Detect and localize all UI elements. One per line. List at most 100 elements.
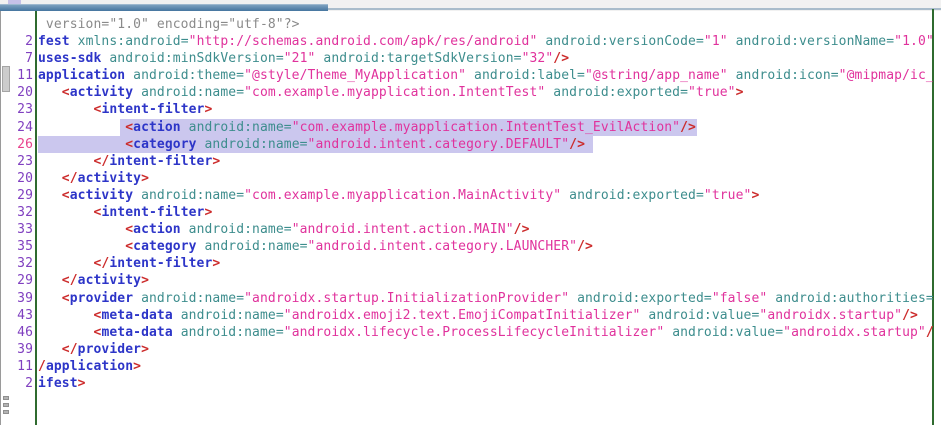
token-brk: </	[94, 154, 110, 169]
token-txt	[173, 325, 181, 340]
line-number[interactable]: 43	[11, 307, 33, 324]
code-line[interactable]: </intent-filter>	[38, 255, 933, 272]
code-line[interactable]: application android:theme="@style/Theme_…	[38, 67, 933, 84]
left-splitter[interactable]	[0, 11, 11, 425]
token-tag: provider	[78, 342, 141, 357]
line-number[interactable]: 20	[11, 170, 33, 187]
token-tag: activity	[70, 188, 133, 203]
token-val: "com.example.myapplication.IntentTest_Ev…	[292, 120, 680, 135]
code-line[interactable]: <meta-data android:name="androidx.emoji2…	[38, 307, 933, 324]
line-number[interactable]: 35	[11, 238, 33, 255]
token-txt	[38, 102, 94, 117]
token-txt	[173, 308, 181, 323]
token-val: "androidx.emoji2.text.EmojiCompatInitial…	[284, 308, 641, 323]
line-number[interactable]: 23	[11, 153, 33, 170]
code-line[interactable]: <intent-filter>	[38, 204, 933, 221]
code-line[interactable]: <meta-data android:name="androidx.lifecy…	[38, 324, 933, 341]
token-brk: <	[125, 120, 133, 135]
xml-editor[interactable]: 271120232426232029323335322939434639112 …	[11, 11, 941, 425]
code-line[interactable]: <action android:name="com.example.myappl…	[38, 119, 933, 136]
token-attr: android:versionCode=	[545, 34, 704, 49]
line-number[interactable]: 39	[11, 290, 33, 307]
token-txt	[569, 291, 577, 306]
code-line[interactable]: <activity android:name="com.example.myap…	[38, 84, 933, 101]
line-number[interactable]: 2	[11, 375, 33, 392]
code-area[interactable]: version="1.0" encoding="utf-8"?>fest xml…	[38, 16, 933, 425]
token-txt	[38, 222, 125, 237]
token-tag: meta-data	[101, 308, 172, 323]
code-line[interactable]: <provider android:name="androidx.startup…	[38, 290, 933, 307]
line-number[interactable]: 11	[11, 358, 33, 375]
code-line[interactable]: version="1.0" encoding="utf-8"?>	[38, 16, 933, 33]
line-number[interactable]: 39	[11, 341, 33, 358]
line-number[interactable]: 11	[11, 67, 33, 84]
token-val: "1.0"	[894, 34, 933, 49]
code-line[interactable]: </activity>	[38, 170, 933, 187]
line-number[interactable]: 29	[11, 272, 33, 289]
line-number[interactable]: 23	[11, 101, 33, 118]
token-brk: >	[141, 171, 149, 186]
token-txt	[38, 154, 94, 169]
line-number[interactable]: 33	[11, 221, 33, 238]
token-brk: </	[62, 273, 78, 288]
token-brk: <	[62, 85, 70, 100]
token-txt	[38, 325, 94, 340]
token-brk: >	[736, 85, 744, 100]
token-brk: /	[926, 325, 933, 340]
token-val: "android.intent.action.MAIN"	[292, 222, 514, 237]
code-line[interactable]: <category android:name="android.intent.c…	[38, 136, 933, 153]
line-number[interactable]: 32	[11, 204, 33, 221]
token-val: "true"	[688, 85, 736, 100]
horizontal-scrollbar-thumb[interactable]	[0, 4, 328, 11]
code-line[interactable]: <action android:name="android.intent.act…	[38, 221, 933, 238]
code-line[interactable]: /application>	[38, 358, 933, 375]
line-number[interactable]: 2	[11, 33, 33, 50]
token-val: "32"	[522, 51, 554, 66]
token-txt	[38, 342, 62, 357]
code-line[interactable]: </activity>	[38, 272, 933, 289]
code-line[interactable]: <intent-filter>	[38, 101, 933, 118]
token-attr: android:exported=	[577, 291, 712, 306]
token-tag: uses-sdk	[38, 51, 101, 66]
token-tag: category	[133, 137, 196, 152]
code-line[interactable]: <activity android:name="com.example.myap…	[38, 187, 933, 204]
code-line[interactable]: ifest>	[38, 375, 933, 392]
code-line[interactable]: </intent-filter>	[38, 153, 933, 170]
code-line[interactable]: fest xmlns:android="http://schemas.andro…	[38, 33, 933, 50]
token-tag: ifest	[38, 376, 78, 391]
token-txt	[181, 222, 189, 237]
splitter-grip-dots[interactable]	[2, 396, 10, 417]
line-number[interactable]: 20	[11, 84, 33, 101]
token-tag: intent-filter	[101, 102, 204, 117]
token-tag: intent-filter	[109, 154, 212, 169]
code-line[interactable]: <category android:name="android.intent.c…	[38, 238, 933, 255]
line-number[interactable]: 46	[11, 324, 33, 341]
token-attr: android:value=	[672, 325, 783, 340]
line-number[interactable]: 24	[11, 119, 33, 136]
token-tag: category	[133, 239, 196, 254]
token-txt	[728, 68, 736, 83]
token-val: "androidx.startup.InitializationProvider…	[244, 291, 569, 306]
token-attr: android:exported=	[569, 188, 704, 203]
code-line[interactable]: uses-sdk android:minSdkVersion="21" andr…	[38, 50, 933, 67]
token-brk: />	[569, 137, 585, 152]
line-number[interactable]: 29	[11, 187, 33, 204]
line-number[interactable]	[11, 16, 33, 33]
token-brk: <	[125, 222, 133, 237]
code-line[interactable]: </provider>	[38, 341, 933, 358]
token-val: "false"	[712, 291, 768, 306]
token-val: "android.intent.category.LAUNCHER"	[308, 239, 578, 254]
line-number[interactable]: 26	[11, 136, 33, 153]
token-brk: >	[78, 376, 86, 391]
token-brk: <	[125, 239, 133, 254]
line-number[interactable]: 32	[11, 255, 33, 272]
token-attr: android:name=	[189, 222, 292, 237]
left-scrollbar-thumb[interactable]	[2, 66, 10, 92]
token-tag: application	[38, 68, 125, 83]
token-txt	[197, 137, 205, 152]
token-brk: >	[751, 188, 759, 203]
line-number[interactable]: 7	[11, 50, 33, 67]
token-txt	[197, 239, 205, 254]
token-pi: version="1.0" encoding="utf-8"?>	[38, 17, 300, 32]
token-attr: android:name=	[189, 120, 292, 135]
